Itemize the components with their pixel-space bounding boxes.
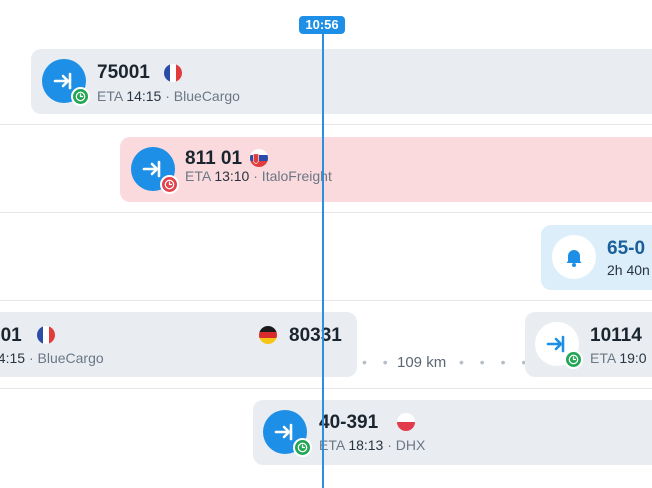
notice-duration: 2h 40n	[607, 262, 650, 278]
flag-germany-icon	[259, 326, 277, 344]
shipment-card-81101[interactable]: 811 01 ETA 13:10 · ItaloFreight	[120, 137, 652, 202]
clock-icon	[160, 175, 179, 194]
row-divider	[0, 124, 652, 125]
notice-card-65-0[interactable]: 65-0 2h 40n	[541, 225, 652, 290]
row-divider	[0, 388, 652, 389]
route-distance: 109 km	[397, 354, 447, 371]
shipment-card-10114[interactable]: 10114 ETA 19:0	[525, 312, 652, 377]
flag-france-icon	[37, 326, 55, 344]
clock-icon	[71, 87, 90, 106]
shipment-id: 001	[0, 325, 22, 346]
flag-slovakia-icon	[250, 149, 268, 167]
row-divider	[0, 300, 652, 301]
eta-line: ETA 18:13 · DHX	[319, 437, 426, 453]
notice-id: 65-0	[607, 238, 646, 259]
shipment-id: 75001	[97, 62, 150, 83]
route-dots: • •	[362, 354, 394, 370]
eta-line: ETA 19:0	[590, 350, 647, 366]
shipment-card-75001[interactable]: 75001 ETA 14:15 · BlueCargo	[31, 49, 652, 114]
bell-icon	[552, 235, 596, 279]
clock-icon	[293, 438, 312, 457]
shipment-id: 10114	[590, 325, 642, 346]
shipment-card-40-391[interactable]: 40-391 ETA 18:13 · DHX	[253, 400, 652, 465]
shipment-id: 40-391	[319, 412, 379, 433]
current-time-label: 10:56	[299, 16, 345, 34]
clock-icon	[564, 350, 583, 369]
eta-line: ETA 13:10 · ItaloFreight	[185, 168, 332, 184]
current-time-line	[322, 24, 324, 488]
eta-line: ETA 14:15 · BlueCargo	[97, 88, 240, 104]
flag-poland-icon	[397, 413, 415, 431]
flag-france-icon	[164, 64, 182, 82]
shipment-card-001[interactable]: 001 14:15 · BlueCargo 80331	[0, 312, 357, 377]
eta-line: 14:15 · BlueCargo	[0, 350, 104, 366]
route-dots: • • • •	[459, 354, 533, 370]
row-divider	[0, 212, 652, 213]
destination-id: 80331	[289, 325, 342, 346]
shipment-id: 811 01	[185, 148, 243, 169]
